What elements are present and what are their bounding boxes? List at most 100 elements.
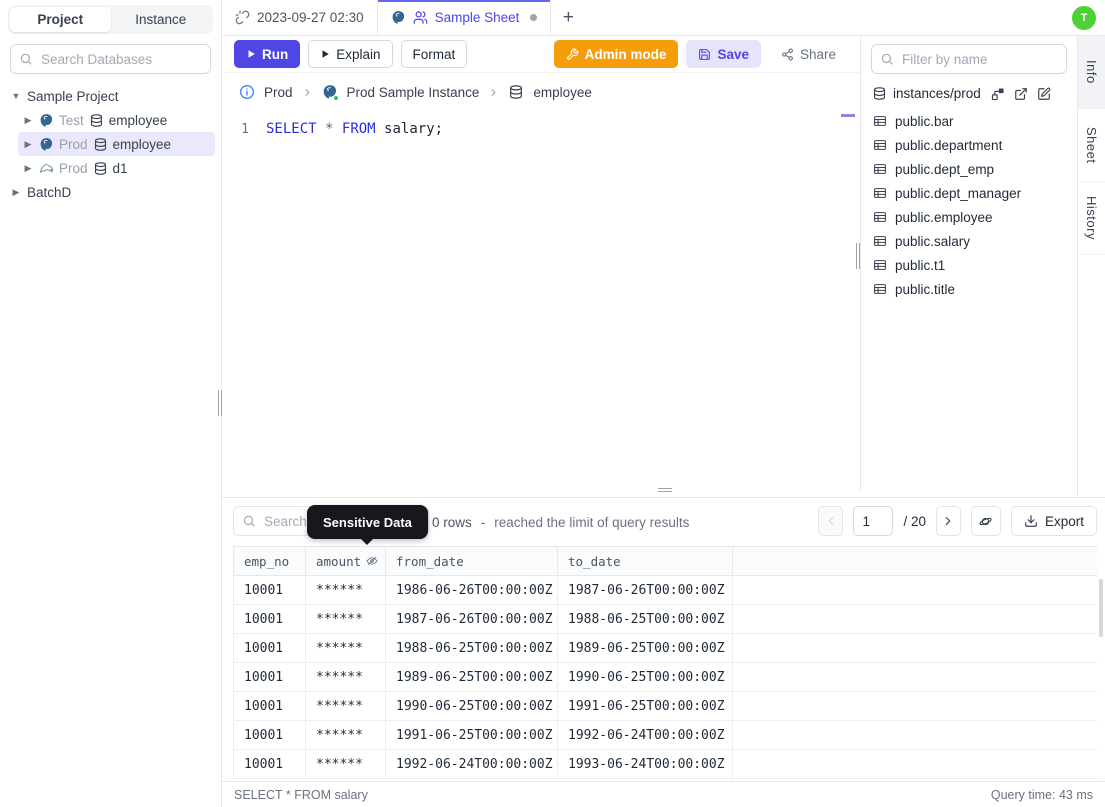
tab-sheet-label: Sheet [1084, 126, 1099, 164]
caret-right-icon[interactable]: ▶ [10, 187, 22, 198]
breadcrumb-database[interactable]: employee [533, 85, 592, 100]
row-count: 0 rows [432, 514, 472, 530]
left-sidebar: Project Instance ▼ Sample Project ▶ Test… [0, 0, 222, 807]
database-icon [508, 84, 524, 100]
table-cell: ****** [306, 605, 386, 633]
tab-info[interactable]: Info [1078, 36, 1105, 109]
eye-off-icon[interactable] [366, 555, 378, 567]
caret-down-icon[interactable]: ▼ [10, 91, 22, 101]
sheet-tab-history[interactable]: 2023-09-27 02:30 [222, 0, 378, 35]
column-header-amount[interactable]: amount [306, 547, 386, 575]
table-list-item[interactable]: public.salary [871, 229, 1067, 253]
tab-project[interactable]: Project [10, 7, 111, 32]
results-resize-handle[interactable] [658, 488, 672, 492]
table-cell: 1989-06-25T00:00:00Z [558, 634, 733, 662]
pagination: / 20 Export [818, 506, 1097, 536]
table-cell: 1992-06-24T00:00:00Z [558, 721, 733, 749]
breadcrumb-instance[interactable]: Prod Sample Instance [347, 85, 480, 100]
export-button[interactable]: Export [1010, 506, 1097, 536]
result-options-button[interactable] [970, 506, 1001, 536]
tab-sheet[interactable]: Sheet [1078, 109, 1105, 182]
table-list-item[interactable]: public.department [871, 133, 1067, 157]
connection-row: instances/prod [872, 86, 1066, 101]
table-row[interactable]: 10001 ****** 1988-06-25T00:00:00Z 1989-06-2… [233, 634, 1097, 663]
results-status-bar: SELECT * FROM salary Query time: 43 ms [222, 781, 1105, 807]
new-sheet-button[interactable]: + [551, 0, 585, 35]
table-cell: ****** [306, 750, 386, 778]
database-search-input[interactable] [39, 50, 202, 68]
column-header-emp-no[interactable]: emp_no [234, 547, 306, 575]
admin-mode-button[interactable]: Admin mode [553, 40, 679, 68]
table-name: public.department [895, 137, 1003, 153]
table-icon [873, 186, 887, 200]
table-list-item[interactable]: public.dept_emp [871, 157, 1067, 181]
save-label: Save [717, 46, 749, 62]
result-table-scrollbar[interactable] [1099, 579, 1103, 637]
tree-db-prod-employee[interactable]: ▶ Prod employee [18, 132, 215, 156]
table-filter-input[interactable] [900, 50, 1058, 68]
caret-right-icon[interactable]: ▶ [22, 115, 34, 126]
share-button[interactable]: Share [769, 40, 848, 68]
column-header-from-date[interactable]: from_date [386, 547, 558, 575]
tree-db-test-employee[interactable]: ▶ Test employee [18, 108, 215, 132]
column-header-to-date[interactable]: to_date [558, 547, 733, 575]
run-button[interactable]: Run [234, 40, 301, 68]
table-icon [873, 282, 887, 296]
connection-path[interactable]: instances/prod [893, 86, 981, 101]
saturn-icon [978, 514, 993, 529]
table-icon [873, 162, 887, 176]
tree-env-label: Prod [59, 136, 88, 152]
table-cell: ****** [306, 692, 386, 720]
explain-button[interactable]: Explain [308, 40, 393, 68]
table-list-item[interactable]: public.t1 [871, 253, 1067, 277]
table-cell: 10001 [234, 576, 306, 604]
right-panel-resize-handle[interactable] [856, 243, 860, 269]
table-row[interactable]: 10001 ****** 1986-06-26T00:00:00Z 1987-06-2… [233, 576, 1097, 605]
next-page-button[interactable] [935, 506, 961, 536]
sql-editor[interactable]: 1 SELECT * FROM salary; [222, 111, 860, 497]
table-list-item[interactable]: public.dept_manager [871, 181, 1067, 205]
table-list-item[interactable]: public.employee [871, 205, 1067, 229]
table-filter[interactable] [871, 44, 1067, 74]
search-icon [880, 52, 894, 66]
table-row[interactable]: 10001 ****** 1990-06-25T00:00:00Z 1991-06-2… [233, 692, 1097, 721]
code-line: 1 SELECT * FROM salary; [222, 111, 860, 139]
connected-status-dot [332, 95, 339, 101]
table-row[interactable]: 10001 ****** 1989-06-25T00:00:00Z 1990-06-2… [233, 663, 1097, 692]
limit-note: reached the limit of query results [494, 514, 690, 530]
tab-instance[interactable]: Instance [111, 7, 212, 32]
table-row[interactable]: 10001 ****** 1992-06-24T00:00:00Z 1993-06-2… [233, 750, 1097, 779]
format-button[interactable]: Format [400, 40, 468, 68]
sheet-tabbar: 2023-09-27 02:30 Sample Sheet + T [222, 0, 1105, 36]
result-table-header: emp_no amount from_date to_date [233, 546, 1097, 576]
results-panel: Sensitive Data 0 rows - reached the limi… [222, 497, 1105, 807]
save-button[interactable]: Save [686, 40, 761, 68]
column-header-filler [733, 547, 1097, 575]
caret-right-icon[interactable]: ▶ [22, 139, 34, 150]
tree-db-prod-d1[interactable]: ▶ Prod d1 [18, 156, 215, 180]
table-row[interactable]: 10001 ****** 1991-06-25T00:00:00Z 1992-06-2… [233, 721, 1097, 750]
breadcrumb-environment[interactable]: Prod [264, 85, 293, 100]
table-list-item[interactable]: public.bar [871, 109, 1067, 133]
table-cell: 1990-06-25T00:00:00Z [386, 692, 558, 720]
edit-icon[interactable] [1037, 87, 1051, 101]
caret-right-icon[interactable]: ▶ [22, 163, 34, 174]
avatar[interactable]: T [1072, 6, 1096, 30]
external-link-icon[interactable] [1014, 87, 1028, 101]
table-name: public.dept_manager [895, 185, 1022, 201]
tree-project-sample[interactable]: ▼ Sample Project [6, 84, 215, 108]
schema-diagram-icon[interactable] [991, 87, 1005, 101]
tree-project-batchd[interactable]: ▶ BatchD [6, 180, 215, 204]
save-icon [698, 48, 711, 61]
sheet-tab-active[interactable]: Sample Sheet [377, 0, 552, 35]
table-cell: ****** [306, 663, 386, 691]
prev-page-button[interactable] [818, 506, 844, 536]
table-list-item[interactable]: public.title [871, 277, 1067, 301]
info-icon[interactable] [239, 84, 255, 100]
database-search[interactable] [10, 44, 211, 74]
table-cell: 1989-06-25T00:00:00Z [386, 663, 558, 691]
page-number-input[interactable] [853, 506, 894, 536]
export-label: Export [1044, 513, 1084, 529]
table-row[interactable]: 10001 ****** 1987-06-26T00:00:00Z 1988-06-2… [233, 605, 1097, 634]
tab-history[interactable]: History [1078, 182, 1105, 255]
